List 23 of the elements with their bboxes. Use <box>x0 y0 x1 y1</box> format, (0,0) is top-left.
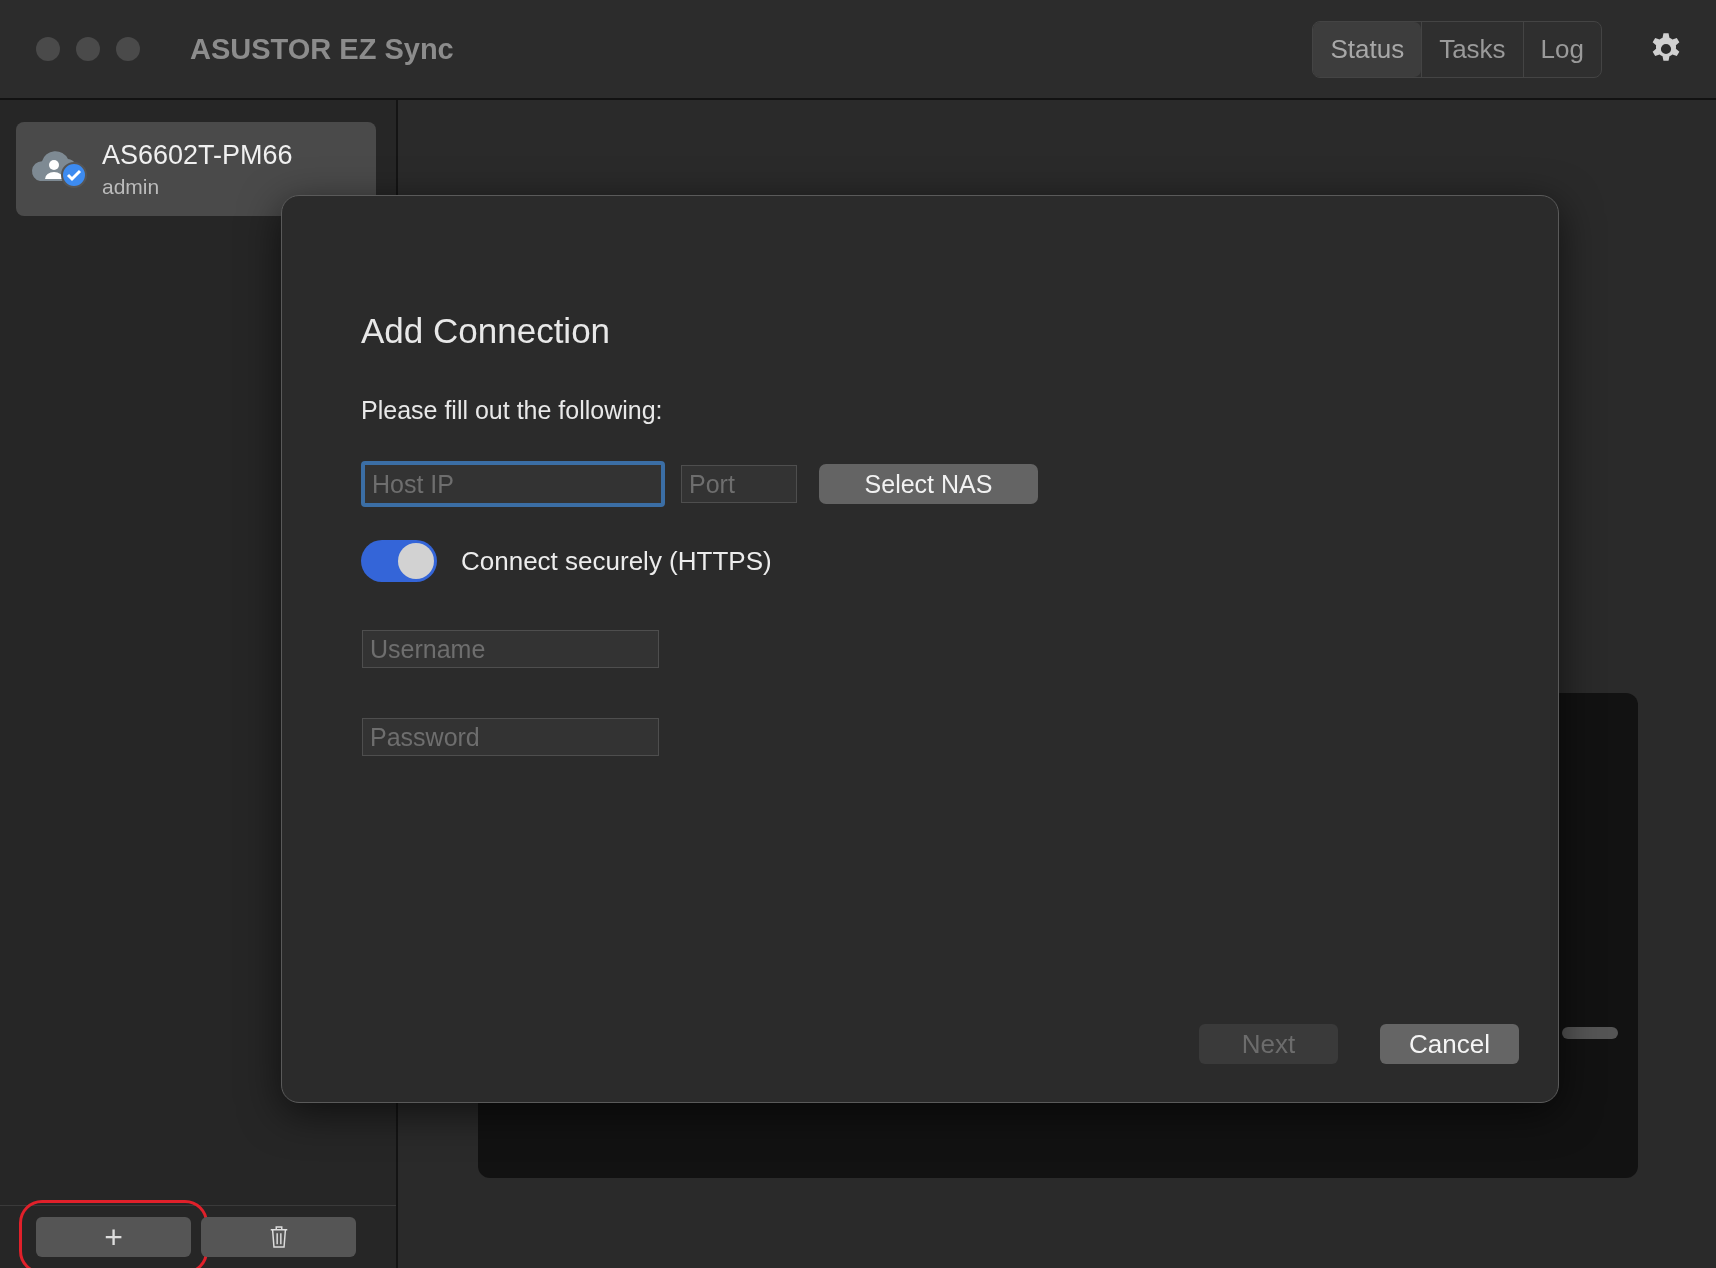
add-button[interactable]: + <box>36 1217 191 1257</box>
instruction-text: Please fill out the following: <box>361 396 663 425</box>
host-ip-field[interactable]: Host IP <box>361 461 665 507</box>
window-control-button[interactable] <box>76 37 100 61</box>
delete-button[interactable] <box>201 1217 356 1257</box>
user-name: admin <box>102 174 161 199</box>
connection-item[interactable]: AS6602T-PM66 admin <box>16 122 376 216</box>
username-field[interactable]: Username <box>362 630 659 668</box>
https-toggle[interactable] <box>361 540 437 582</box>
scroll-bar <box>1562 1027 1618 1039</box>
window-title: ASUSTOR EZ Sync <box>190 32 455 66</box>
tab[interactable]: Status <box>1313 21 1422 77</box>
window-control-button[interactable] <box>116 37 140 61</box>
tab[interactable]: Log <box>1522 21 1601 77</box>
window-control-button[interactable] <box>36 37 60 61</box>
toggle-label: Connect securely (HTTPS) <box>461 545 772 577</box>
cancel-button[interactable]: Cancel <box>1380 1024 1519 1064</box>
tab[interactable]: Tasks <box>1421 21 1523 77</box>
dialog-title: Add Connection <box>361 311 611 351</box>
nas-name: AS6602T-PM66 <box>102 139 293 171</box>
password-field[interactable]: Password <box>362 718 659 756</box>
port-field[interactable]: Port <box>681 465 797 503</box>
select-nas-button[interactable]: Select NAS <box>819 464 1038 504</box>
